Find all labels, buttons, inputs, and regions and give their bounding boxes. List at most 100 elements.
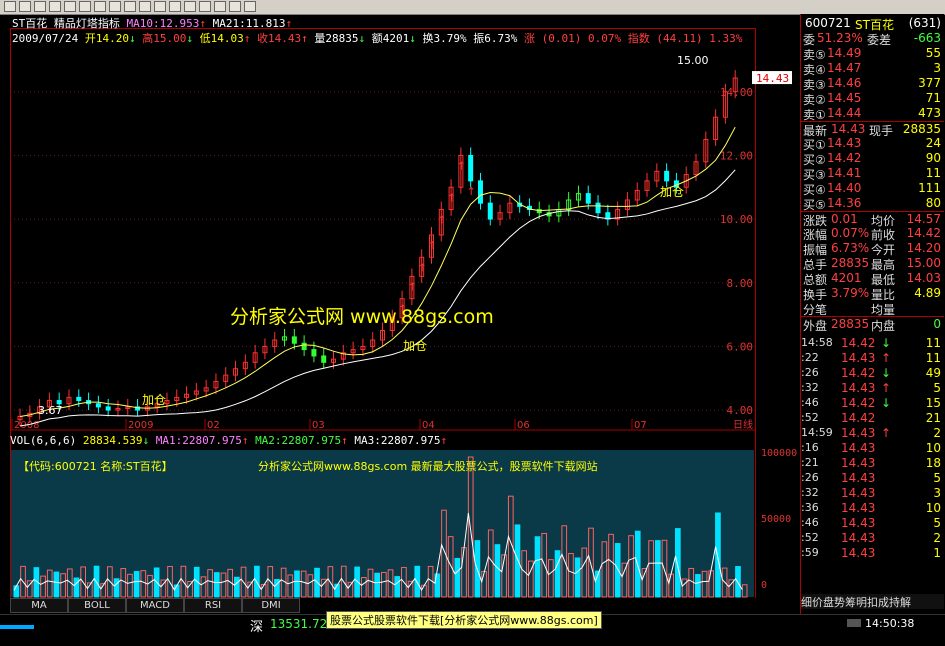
tick-row: :46 14.43 5	[801, 515, 941, 530]
tab-boll[interactable]: BOLL	[68, 598, 126, 613]
low-label: 3.67	[38, 404, 63, 417]
search-icon[interactable]	[184, 1, 196, 12]
star-icon[interactable]	[214, 1, 226, 12]
volume-bar	[454, 557, 461, 598]
sell-row: 卖① 14.44 473	[803, 106, 941, 122]
volume-bar	[715, 512, 721, 598]
tick-row: :46 14.42 ↓ 15	[801, 395, 941, 410]
tab-macd[interactable]: MACD	[126, 598, 184, 613]
stat-row: 涨幅 0.07% 前收 14.42	[803, 226, 941, 242]
tab-rsi[interactable]: RSI	[184, 598, 242, 613]
help-icon[interactable]	[244, 1, 256, 12]
buy-row: 买② 14.42 90	[803, 151, 941, 167]
price-axis-label: 8.00	[727, 277, 754, 290]
ma10-line	[19, 126, 736, 417]
candle-body	[487, 202, 493, 220]
forward-icon[interactable]	[19, 1, 31, 12]
time-axis-label: 02	[207, 420, 220, 431]
chart-icon[interactable]	[34, 1, 46, 12]
bar-icon[interactable]	[79, 1, 91, 12]
tab-ma[interactable]: MA	[10, 598, 68, 613]
tick-row: :26 14.42 ↓ 49	[801, 365, 941, 380]
chart-header-line1: ST百花 精品灯塔指标 MA10:12.953↑ MA21:11.813↑	[12, 17, 293, 30]
tick-row: :59 14.43 1	[801, 545, 941, 560]
bar-open: 开14.20	[84, 32, 129, 45]
pen-icon[interactable]	[109, 1, 121, 12]
activity-indicator	[0, 617, 36, 631]
tick-row: :32 14.43 3	[801, 485, 941, 500]
grid-icon[interactable]	[64, 1, 76, 12]
tab-dmi[interactable]: DMI	[242, 598, 300, 613]
back-icon[interactable]	[4, 1, 16, 12]
time-axis-label: 2009	[128, 420, 153, 431]
volume-bar	[654, 540, 661, 598]
refresh-icon[interactable]	[169, 1, 181, 12]
latest-row: 最新 14.43 现手 28835	[801, 121, 944, 138]
price-axis-label: 12.00	[720, 149, 753, 162]
signal-arrow: ↑	[418, 261, 427, 274]
stat-row: 振幅 6.73% 今开 14.20	[803, 241, 941, 257]
add-position-label: 加仓	[403, 339, 427, 353]
tick-row: :26 14.43 5	[801, 470, 941, 485]
candle-body	[468, 154, 474, 182]
volume-bar	[394, 576, 401, 598]
ad-banner[interactable]: 股票公式股票软件下载[分析家公式网www.88gs.com]	[326, 611, 602, 629]
layout-icon[interactable]	[199, 1, 211, 12]
vol-banner-ad: 分析家公式网www.88gs.com 最新最大股票公式，股票软件下载网站	[258, 460, 598, 473]
table-icon[interactable]	[49, 1, 61, 12]
signal-arrow: ↑	[447, 191, 456, 204]
bar-change: 涨 (0.01) 0.07%	[523, 32, 622, 45]
cursor-icon[interactable]	[124, 1, 136, 12]
candle-body	[76, 396, 82, 402]
signal-arrow: ↑	[457, 159, 466, 172]
sell-row: 卖④ 14.47 3	[803, 61, 941, 77]
vol-ma2: MA2:22807.975	[255, 434, 342, 447]
order-ratio-row: 委 51.23% 委差 -663	[803, 31, 941, 47]
price-axis-label: 6.00	[727, 340, 754, 353]
tool-icon[interactable]	[154, 1, 166, 12]
status-bar: 深 13531.72 股票公式股票软件下载[分析家公式网www.88gs.com…	[0, 611, 945, 635]
window-icon[interactable]	[229, 1, 241, 12]
buy-row: 买① 14.43 24	[803, 136, 941, 152]
tick-row: 14:58 14.42 ↓ 11	[801, 335, 941, 350]
scroll-icon[interactable]	[845, 617, 865, 629]
candle-body	[664, 170, 670, 182]
volume-axis-label: 100000	[761, 448, 797, 459]
vol-value: 28834.539	[82, 434, 143, 447]
volume-bar	[675, 528, 681, 598]
zoom-icon[interactable]	[139, 1, 151, 12]
bar-close: 收14.43	[256, 32, 302, 45]
list-icon[interactable]	[94, 1, 106, 12]
market-label: 深	[250, 620, 264, 635]
volume-bar	[374, 572, 380, 598]
stock-name: ST百花	[12, 17, 48, 30]
candle-body	[311, 349, 317, 357]
quote-title: 600721 ST百花 (631)	[805, 16, 941, 32]
tick-row: :21 14.43 18	[801, 455, 941, 470]
volume-axis-label: 0	[761, 580, 767, 591]
volume-bar	[514, 524, 521, 598]
tick-row: :22 14.43 ↑ 11	[801, 350, 941, 365]
volume-bar	[133, 571, 140, 598]
volume-bar	[494, 544, 501, 598]
signal-arrow: ↑	[408, 280, 417, 293]
volume-header: VOL(6,6,6) 28834.539↓ MA1:22807.975↑ MA2…	[10, 434, 448, 447]
stat-row: 换手 3.79% 量比 4.89	[803, 286, 941, 302]
sell-row: 卖③ 14.46 377	[803, 76, 941, 92]
watermark: 分析家公式网 www.88gs.com	[230, 306, 494, 328]
stat-row: 涨跌 0.01 均价 14.57	[801, 211, 944, 228]
buy-row: 买④ 14.40 111	[803, 181, 941, 197]
candle-body	[585, 193, 591, 204]
price-axis-label: 4.00	[727, 404, 754, 417]
bar-index: 指数 (44.11) 1.33%	[627, 32, 743, 45]
candle-body	[291, 336, 297, 344]
tick-row: :32 14.43 ↑ 5	[801, 380, 941, 395]
tick-row: 14:59 14.43 ↑ 2	[801, 425, 941, 440]
bar-low: 低14.03	[199, 32, 244, 45]
time-axis-label: 2008	[14, 420, 39, 431]
quote-bottom-tabs[interactable]: 细价盘势筹明扣成持解	[801, 594, 944, 609]
signal-arrow: ↑	[437, 214, 446, 227]
volume-bar	[554, 550, 561, 598]
price-tag: 14.43	[756, 72, 789, 85]
volume-bar	[695, 574, 701, 598]
